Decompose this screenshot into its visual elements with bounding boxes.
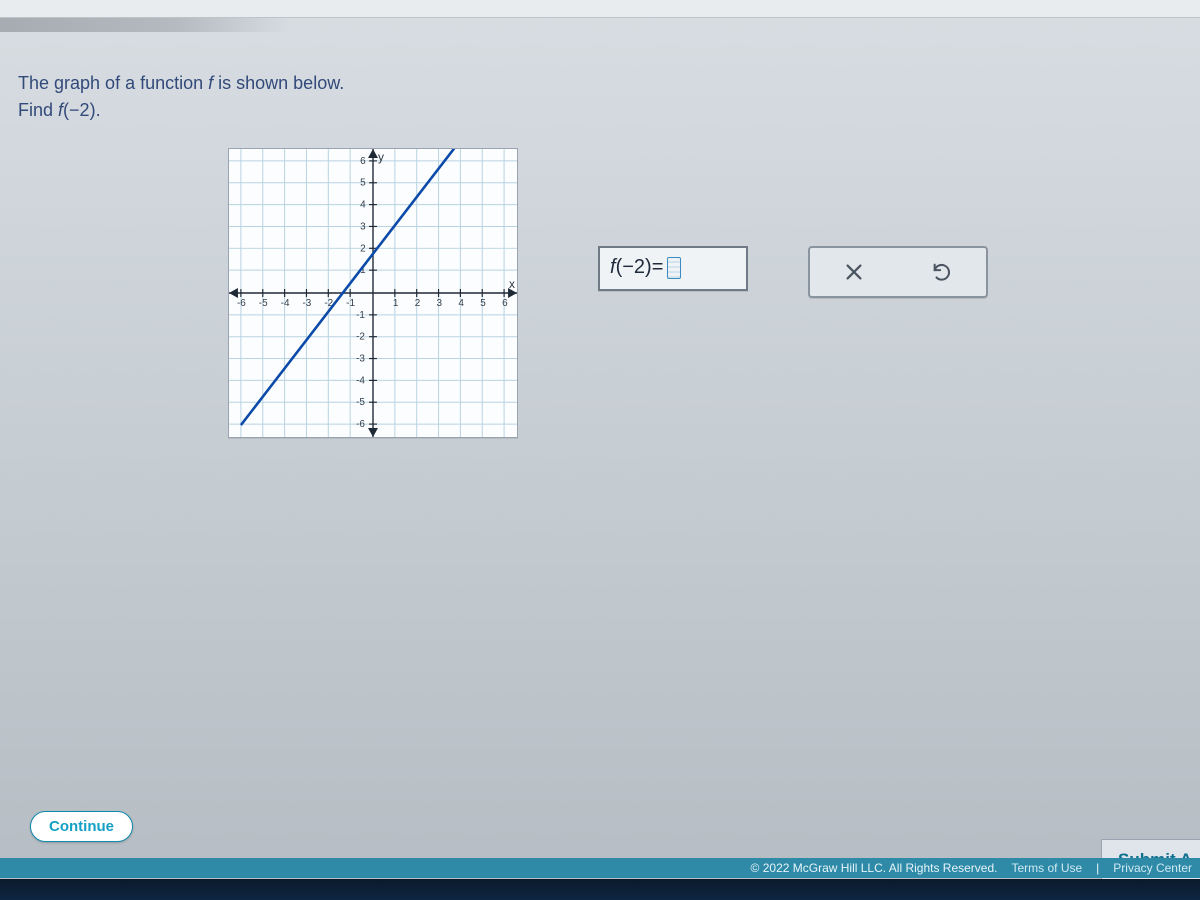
svg-text:2: 2 (360, 243, 366, 254)
undo-icon (931, 261, 953, 283)
prompt-line2-pre: Find (18, 100, 58, 120)
graph-panel: -6 -5 -4 -3 -2 -1 1 2 3 4 5 6 6 5 4 (228, 148, 518, 438)
svg-text:6: 6 (360, 156, 366, 167)
svg-text:-1: -1 (356, 310, 365, 321)
svg-text:3: 3 (360, 221, 366, 232)
question-row: -6 -5 -4 -3 -2 -1 1 2 3 4 5 6 6 5 4 (18, 148, 1180, 438)
svg-text:-6: -6 (237, 298, 246, 309)
answer-blank-icon[interactable] (667, 257, 681, 279)
answer-arg: (−2) (616, 256, 652, 279)
footer-bar: © 2022 McGraw Hill LLC. All Rights Reser… (0, 858, 1200, 878)
prompt-line2-arg: (−2) (63, 100, 96, 120)
question-content: The graph of a function f is shown below… (0, 40, 1200, 858)
os-taskbar (0, 879, 1200, 900)
svg-text:6: 6 (502, 298, 508, 309)
prompt-line1-post: is shown below. (213, 73, 344, 93)
svg-text:4: 4 (360, 200, 366, 211)
function-line (241, 149, 461, 425)
svg-text:5: 5 (480, 298, 486, 309)
continue-button[interactable]: Continue (30, 811, 133, 842)
svg-text:-5: -5 (356, 397, 365, 408)
prompt-line1-pre: The graph of a function (18, 73, 208, 93)
answer-toolbox (808, 246, 988, 298)
graph-svg: -6 -5 -4 -3 -2 -1 1 2 3 4 5 6 6 5 4 (229, 149, 517, 437)
browser-chrome-top (0, 0, 1200, 18)
footer-terms-link[interactable]: Terms of Use (1011, 861, 1082, 875)
clear-button[interactable] (834, 254, 874, 290)
svg-text:-3: -3 (356, 354, 365, 365)
svg-text:-4: -4 (356, 375, 365, 386)
svg-text:-3: -3 (302, 298, 311, 309)
footer-privacy-link[interactable]: Privacy Center (1113, 861, 1192, 875)
svg-text:5: 5 (360, 178, 366, 189)
svg-text:-6: -6 (356, 419, 365, 430)
svg-text:3: 3 (437, 298, 443, 309)
answer-area: f(−2) = (598, 246, 988, 298)
answer-equals: = (652, 256, 664, 279)
svg-text:-5: -5 (259, 298, 268, 309)
svg-text:-2: -2 (356, 332, 365, 343)
reset-button[interactable] (922, 254, 962, 290)
footer-sep: | (1096, 861, 1099, 875)
progress-shadow (0, 18, 290, 32)
question-prompt: The graph of a function f is shown below… (18, 70, 1180, 124)
prompt-line2-post: . (96, 100, 101, 120)
svg-text:-4: -4 (281, 298, 290, 309)
svg-text:2: 2 (415, 298, 421, 309)
x-axis-label: x (509, 277, 515, 291)
svg-text:-1: -1 (346, 298, 355, 309)
y-axis-label: y (378, 150, 384, 164)
footer-copyright: © 2022 McGraw Hill LLC. All Rights Reser… (751, 861, 998, 875)
answer-input-box[interactable]: f(−2) = (598, 246, 748, 291)
svg-text:1: 1 (393, 298, 399, 309)
svg-text:4: 4 (458, 298, 464, 309)
x-icon (843, 261, 865, 283)
